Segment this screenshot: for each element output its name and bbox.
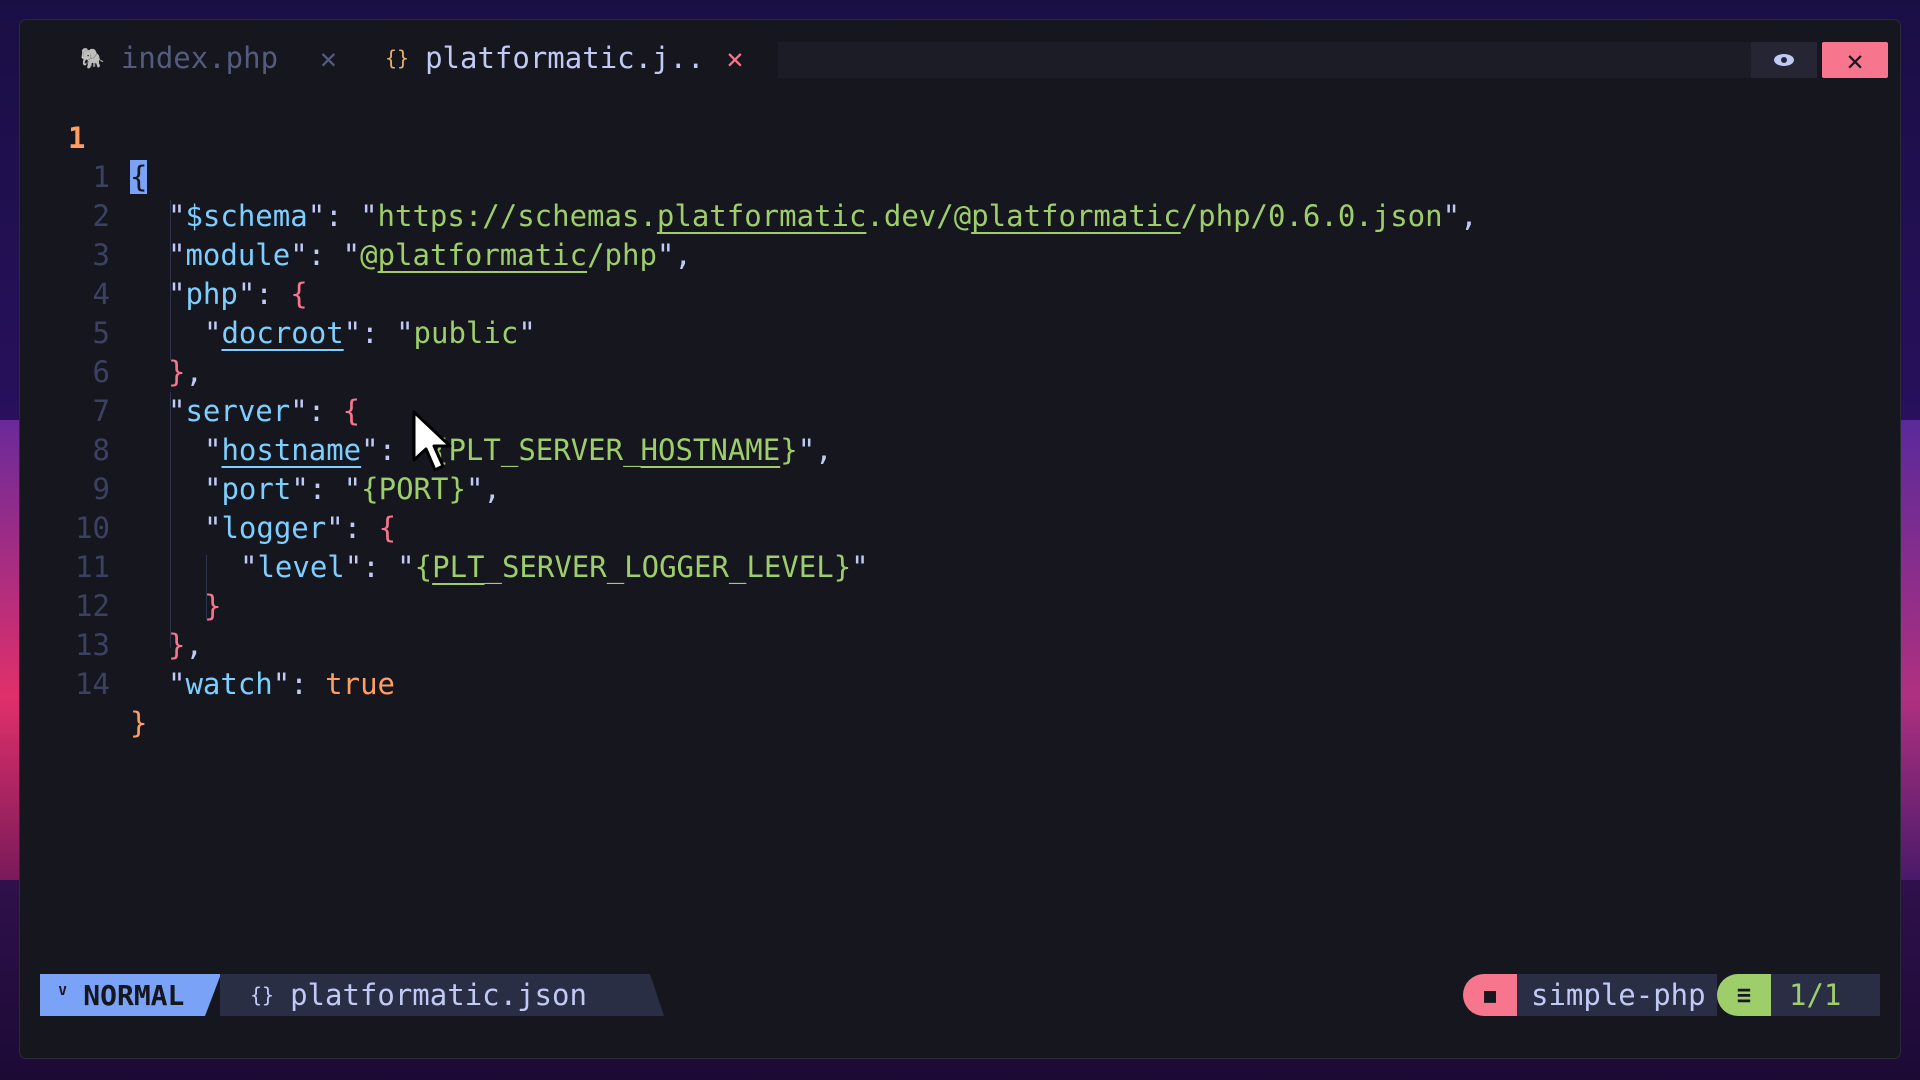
elephant-icon: 🐘 — [80, 46, 105, 70]
code-line: 3 "php": { — [0, 197, 1880, 311]
code-line: 9 "logger": { — [0, 431, 1880, 545]
separator — [205, 974, 221, 1016]
line-text: } — [130, 706, 148, 740]
code-line: 1 "$schema": "https://schemas.platformat… — [0, 119, 1880, 233]
lines-icon: ≡ — [1717, 974, 1771, 1016]
braces-icon: {} — [250, 983, 275, 1007]
code-line: 7 "hostname": "{PLT_SERVER_HOSTNAME}", — [0, 353, 1880, 467]
code-line: 4 "docroot": "public" — [0, 236, 1880, 350]
code-line: 14 } — [0, 626, 1880, 740]
tab-bar-filler — [778, 42, 1768, 78]
close-window-button[interactable]: ✕ — [1822, 42, 1888, 78]
code-line: 1 { — [0, 80, 1880, 194]
code-line: 10 "level": "{PLT_SERVER_LOGGER_LEVEL}" — [0, 470, 1880, 584]
cursor-position: 1/1 — [1771, 974, 1880, 1016]
line-text: "watch": true — [168, 667, 396, 701]
close-icon[interactable]: ✕ — [320, 42, 337, 75]
code-line: 5 }, — [0, 275, 1880, 389]
code-line: 8 "port": "{PORT}", — [0, 392, 1880, 506]
vim-icon: ⱽ — [56, 982, 70, 1008]
code-line: 6 "server": { — [0, 314, 1880, 428]
folder-icon: ■ — [1463, 974, 1517, 1016]
tab-label: platformatic.j.. — [425, 41, 705, 75]
file-name: platformatic.json — [290, 978, 587, 1012]
project-name: simple-php — [1517, 974, 1717, 1016]
line-number: 14 — [75, 667, 110, 701]
mode-indicator: ⱽ NORMAL — [40, 974, 205, 1016]
separator — [650, 974, 664, 1016]
code-line: 13 "watch": true — [0, 587, 1880, 701]
tab-bar: 🐘 index.php ✕ {} platformatic.j.. ✕ ✕ — [20, 20, 1900, 80]
code-line: 12 }, — [0, 548, 1880, 662]
tab-label: index.php — [120, 41, 279, 75]
braces-icon: {} — [385, 46, 410, 70]
code-line: 11 } — [0, 509, 1880, 623]
tab-platformatic-json[interactable]: {} platformatic.j.. ✕ — [385, 36, 743, 80]
mode-label: NORMAL — [83, 978, 185, 1012]
eye-icon[interactable] — [1751, 42, 1817, 78]
code-editor[interactable]: 1 { 1 "$schema": "https://schemas.platfo… — [0, 80, 1880, 780]
close-icon[interactable]: ✕ — [726, 42, 743, 75]
code-line: 2 "module": "@platformatic/php", — [0, 158, 1880, 272]
mouse-pointer-icon — [412, 410, 452, 472]
status-bar: ⱽ NORMAL {} platformatic.json ■ simple-p… — [40, 974, 1880, 1016]
tab-index-php[interactable]: 🐘 index.php ✕ — [80, 36, 337, 80]
file-indicator: {} platformatic.json — [220, 974, 650, 1016]
